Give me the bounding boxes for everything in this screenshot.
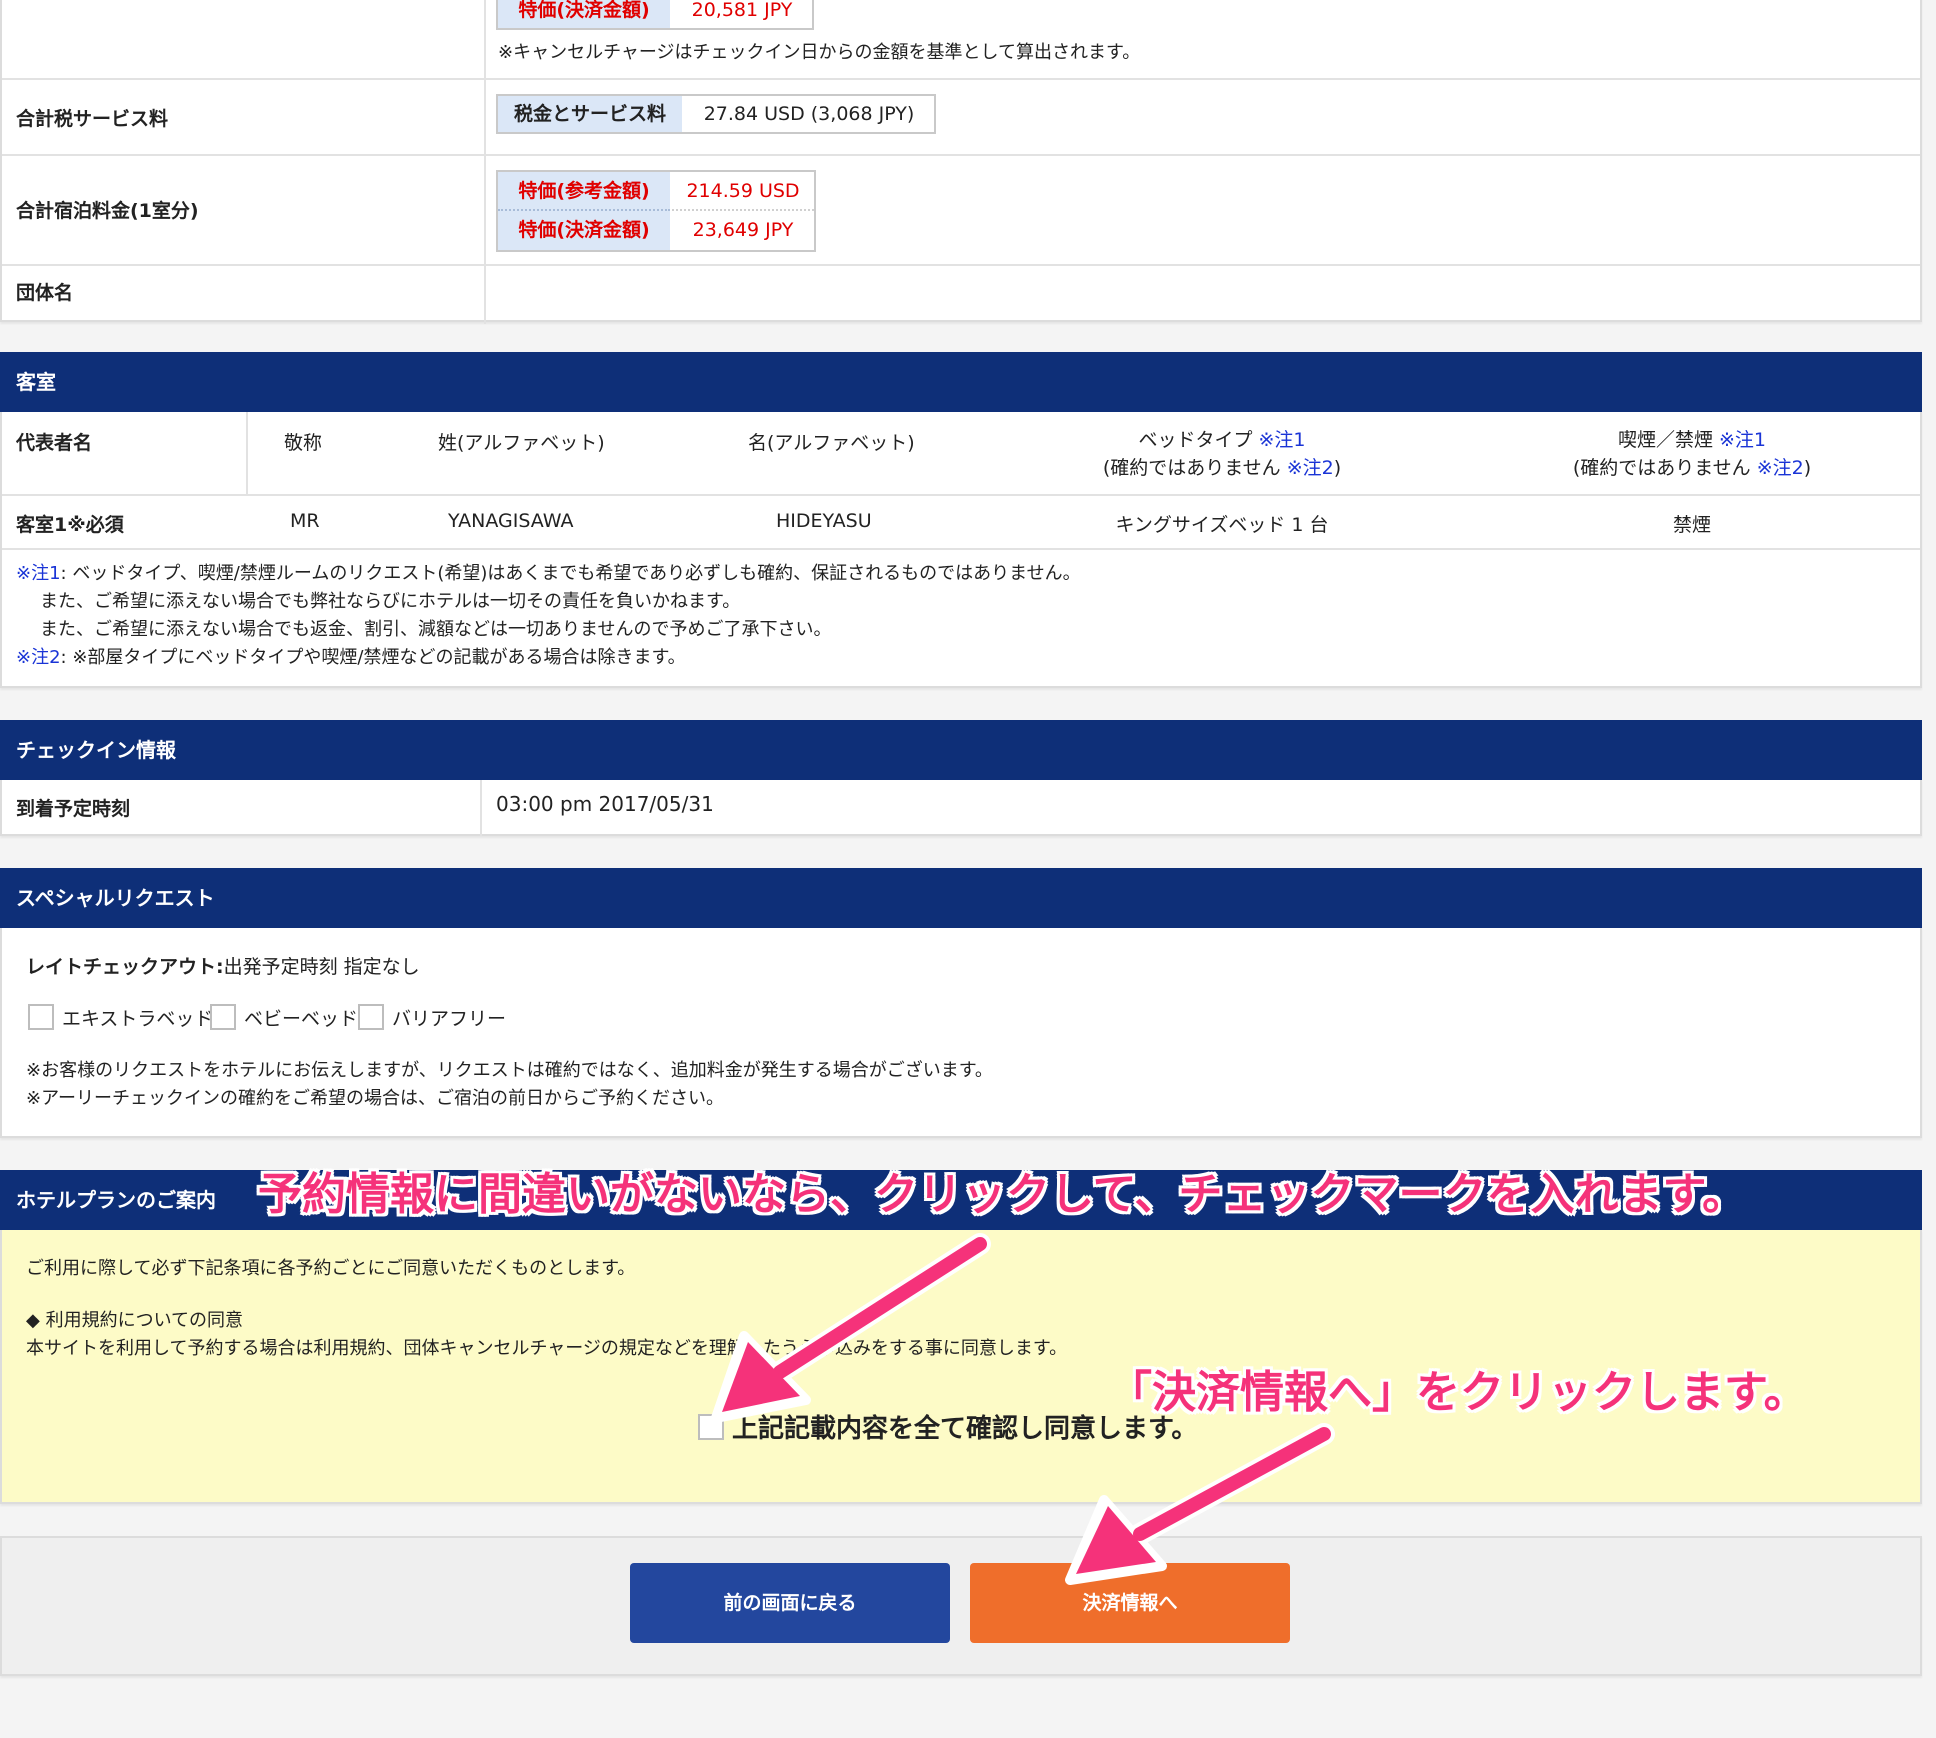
price-box-top: 特価(決済金額) 20,581 JPY: [496, 0, 814, 30]
checkin-section-header: チェックイン情報: [0, 720, 1922, 780]
late-checkout: レイトチェックアウト:出発予定時刻 指定なし: [26, 956, 420, 978]
annotation-click-instruction: 「決済情報へ」をクリックします。: [1108, 1367, 1808, 1418]
plan-intro: ご利用に際して必ず下記条項に各予約ごとにご同意いただくものとします。: [26, 1258, 636, 1279]
room1-first-name: HIDEYASU: [776, 510, 872, 532]
baby-bed-label: ベビーベッド: [244, 1008, 359, 1030]
barrier-free-label: バリアフリー: [392, 1008, 507, 1030]
price-box-top-label: 特価(決済金額): [498, 0, 670, 28]
special-note-1: ※お客様のリクエストをホテルにお伝えしますが、リクエストは確約ではなく、追加料金…: [26, 1060, 993, 1081]
col-bed-type: ベッドタイプ ※注1 (確約ではありません ※注2): [1102, 429, 1342, 479]
col-title: 敬称: [284, 432, 323, 454]
terms-text: 本サイトを利用して予約する場合は利用規約、団体キャンセルチャージの規定などを理解…: [26, 1338, 1068, 1359]
special-note-2: ※アーリーチェックインの確約をご希望の場合は、ご宿泊の前日からご予約ください。: [26, 1088, 724, 1109]
barrier-free-checkbox[interactable]: [358, 1004, 384, 1030]
extra-bed-label: エキストラベッド: [62, 1008, 214, 1030]
total-row-label: 合計宿泊料金(1室分): [16, 200, 199, 222]
ref-price-value: 214.59 USD: [672, 172, 814, 211]
pricing-section: 特価(決済金額) 20,581 JPY ※キャンセルチャージはチェックイン日から…: [0, 0, 1922, 324]
group-name-label: 団体名: [16, 282, 74, 304]
price-box-top-value: 20,581 JPY: [691, 0, 793, 21]
special-request-section: レイトチェックアウト:出発予定時刻 指定なし エキストラベッド ベビーベッド バ…: [0, 928, 1922, 1138]
proceed-to-payment-button[interactable]: 決済情報へ: [970, 1563, 1290, 1643]
room1-title: MR: [290, 510, 320, 532]
special-request-header: スペシャルリクエスト: [0, 868, 1922, 928]
room1-smoking: 禁煙: [1672, 514, 1711, 536]
room1-last-name: YANAGISAWA: [448, 510, 574, 532]
room-section: 代表者名 敬称 姓(アルファベット) 名(アルファベット) ベッドタイプ ※注1…: [0, 412, 1922, 688]
pay-price-label: 特価(決済金額): [498, 211, 670, 250]
cancel-note: ※キャンセルチャージはチェックイン日からの金額を基準として算出されます。: [498, 42, 1141, 63]
smoke-note1-link[interactable]: ※注1: [1719, 429, 1766, 451]
baby-bed-checkbox[interactable]: [210, 1004, 236, 1030]
room1-bed-type: キングサイズベッド 1 台: [1115, 514, 1329, 536]
col-first-name: 名(アルファベット): [748, 432, 915, 454]
terms-title: ◆ 利用規約についての同意: [26, 1310, 244, 1331]
tax-box-value: 27.84 USD (3,068 JPY): [703, 103, 915, 125]
room-section-header: 客室: [0, 352, 1922, 412]
tax-row-label: 合計税サービス料: [16, 108, 169, 130]
arrival-time-label: 到着予定時刻: [16, 798, 131, 820]
annotation-check-instruction: 予約情報に間違いがないなら、クリックして、チェックマークを入れます。: [258, 1169, 1747, 1220]
note1-tag: ※注1: [16, 563, 61, 584]
tax-box: 税金とサービス料 27.84 USD (3,068 JPY): [496, 94, 936, 134]
arrival-time-value: 03:00 pm 2017/05/31: [496, 792, 714, 816]
room-notes: ※注1: ベッドタイプ、喫煙/禁煙ルームのリクエスト(希望)はあくまでも希望であ…: [16, 563, 1081, 668]
room1-label: 客室1※必須: [16, 514, 124, 536]
pay-price-value: 23,649 JPY: [692, 219, 794, 241]
col-representative: 代表者名: [16, 432, 93, 454]
ref-price-label: 特価(参考金額): [498, 172, 670, 211]
smoke-note2-link[interactable]: ※注2: [1757, 457, 1804, 479]
col-last-name: 姓(アルファベット): [438, 432, 605, 454]
agree-checkbox[interactable]: [698, 1414, 724, 1440]
action-bar: [0, 1536, 1922, 1676]
extra-bed-checkbox[interactable]: [28, 1004, 54, 1030]
label-divider: [484, 0, 486, 324]
total-price-box: 特価(参考金額) 214.59 USD 特価(決済金額) 23,649 JPY: [496, 170, 816, 252]
checkin-section: 到着予定時刻 03:00 pm 2017/05/31: [0, 780, 1922, 836]
col-smoking: 喫煙／禁煙 ※注1 (確約ではありません ※注2): [1572, 429, 1812, 479]
note2-tag: ※注2: [16, 647, 61, 668]
bed-note2-link[interactable]: ※注2: [1287, 457, 1334, 479]
back-button[interactable]: 前の画面に戻る: [630, 1563, 950, 1643]
tax-box-label: 税金とサービス料: [498, 96, 682, 132]
bed-note1-link[interactable]: ※注1: [1259, 429, 1306, 451]
